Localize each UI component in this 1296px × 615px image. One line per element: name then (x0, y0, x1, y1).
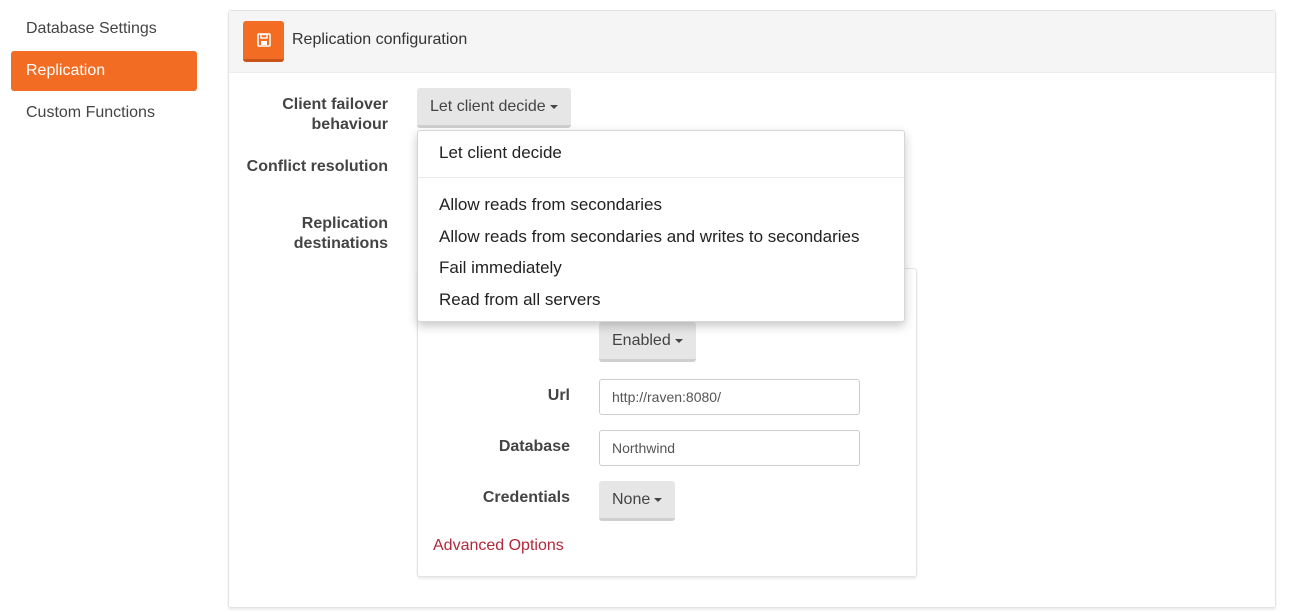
credentials-value: None (612, 491, 651, 508)
menu-item-let-client-decide[interactable]: Let client decide (418, 139, 904, 169)
advanced-options-link[interactable]: Advanced Options (433, 537, 564, 555)
menu-item-read-all-servers[interactable]: Read from all servers (418, 284, 904, 316)
menu-item-allow-reads-writes[interactable]: Allow reads from secondaries and writes … (418, 221, 904, 253)
menu-item-allow-reads[interactable]: Allow reads from secondaries (418, 189, 904, 221)
failover-label-line1: Client failover (282, 96, 388, 113)
destination-status-dropdown[interactable]: Enabled (599, 322, 696, 362)
database-label: Database (498, 438, 570, 455)
sidebar-item-custom-functions[interactable]: Custom Functions (11, 93, 197, 133)
credentials-label: Credentials (482, 489, 570, 506)
menu-divider (418, 177, 904, 178)
floppy-disk-icon (256, 33, 271, 47)
sidebar-item-replication[interactable]: Replication (11, 51, 197, 91)
menu-item-fail-immediately[interactable]: Fail immediately (418, 252, 904, 284)
failover-label: Client failover behaviour (240, 95, 388, 135)
caret-down-icon (549, 104, 558, 109)
caret-down-icon (654, 497, 663, 502)
sidebar-item-database-settings[interactable]: Database Settings (11, 9, 197, 49)
destinations-label-line1: Replication (301, 215, 388, 232)
sidebar: Database Settings Replication Custom Fun… (11, 9, 197, 135)
url-label: Url (547, 387, 570, 404)
destination-status-value: Enabled (612, 332, 671, 349)
failover-dropdown-button[interactable]: Let client decide (417, 88, 571, 128)
caret-down-icon (674, 338, 683, 343)
failover-label-line2: behaviour (311, 116, 388, 133)
url-input[interactable] (599, 379, 860, 415)
save-button[interactable] (243, 21, 284, 62)
failover-dropdown-menu: Let client decide Allow reads from secon… (417, 130, 905, 322)
panel-title: Replication configuration (292, 31, 468, 48)
database-input[interactable] (599, 430, 860, 466)
destinations-label-line2: destinations (293, 235, 388, 252)
credentials-dropdown[interactable]: None (599, 481, 676, 521)
replication-destinations-label: Replication destinations (240, 214, 388, 254)
panel-header: Replication configuration (229, 11, 1275, 73)
failover-dropdown-value: Let client decide (430, 98, 546, 115)
conflict-resolution-label: Conflict resolution (246, 158, 388, 175)
